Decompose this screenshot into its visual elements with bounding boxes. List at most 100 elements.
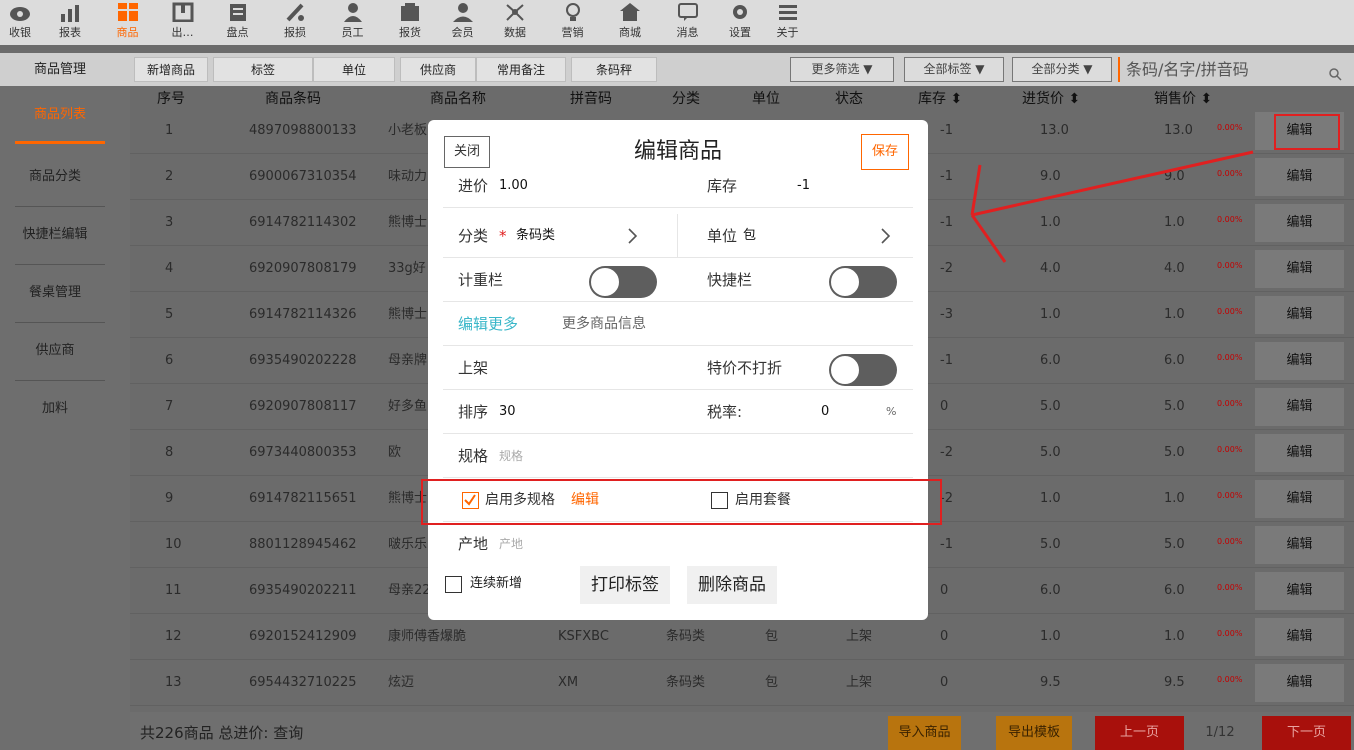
common-note-button[interactable]: 常用备注 [476, 57, 566, 82]
supplier-button[interactable]: 供应商 [400, 57, 476, 82]
nav-item-cashier[interactable]: 收银 [0, 0, 40, 45]
delete-goods-button[interactable]: 删除商品 [687, 566, 777, 604]
edit-button[interactable]: 编辑 [1255, 388, 1344, 426]
edit-button[interactable]: 编辑 [1255, 204, 1344, 242]
edit-more-link[interactable]: 编辑更多 [458, 302, 518, 346]
export-template-button[interactable]: 导出模板 [996, 716, 1072, 750]
prev-page-button[interactable]: 上一页 [1095, 716, 1184, 750]
cell-profit-rate: 0.00% [1217, 537, 1243, 546]
category-value[interactable]: 条码类 [516, 214, 555, 258]
chevron-right-icon[interactable] [881, 228, 891, 248]
cell-buy-price: 1.0 [1040, 491, 1061, 506]
top-nav: 收银 报表 商品 出… 盘点 报损 员工 报货 会员 数据 营销 商城 消息 设… [0, 0, 1354, 45]
nav-label: 消息 [676, 26, 699, 39]
edit-button[interactable]: 编辑 [1255, 158, 1344, 196]
sidebar-item-topping[interactable]: 加料 [0, 380, 110, 438]
origin-row: 产地 产地 [443, 522, 913, 566]
edit-button[interactable]: 编辑 [1255, 526, 1344, 564]
cell-no: 8 [165, 445, 174, 460]
import-goods-button[interactable]: 导入商品 [888, 716, 961, 750]
cell-stock: 0 [940, 399, 949, 414]
nav-label: 收银 [9, 26, 31, 39]
unit-button[interactable]: 单位 [313, 57, 395, 82]
annotation-multi-spec-highlight [421, 479, 942, 525]
nav-item-damage[interactable]: 报损 [265, 0, 325, 45]
barcode-scale-button[interactable]: 条码秤 [571, 57, 657, 82]
nav-label: 设置 [729, 26, 751, 39]
page-title: 商品管理 [33, 62, 86, 77]
edit-button[interactable]: 编辑 [1255, 618, 1344, 656]
nav-item-staff[interactable]: 员工 [325, 0, 380, 45]
tag-button[interactable]: 标签 [213, 57, 313, 82]
sidebar-item-supplier[interactable]: 供应商 [0, 322, 110, 380]
no-discount-toggle[interactable] [829, 354, 897, 386]
edit-button[interactable]: 编辑 [1255, 250, 1344, 288]
cell-barcode: 6954432710225 [249, 675, 357, 690]
col-header-buy-price[interactable]: 进货价 ⬍ [1022, 88, 1080, 108]
cell-no: 4 [165, 261, 174, 276]
quickbar-toggle[interactable] [829, 266, 897, 298]
cell-no: 13 [165, 675, 182, 690]
nav-label: 商城 [619, 26, 641, 39]
edit-button[interactable]: 编辑 [1255, 434, 1344, 472]
cell-category: 条码类 [666, 629, 706, 644]
more-filter-select[interactable]: 更多筛选 ▼ [790, 57, 894, 82]
member-icon [451, 0, 475, 22]
table-row[interactable]: 13 6954432710225 炫迈 XM 条码类 包 上架 0 9.5 9.5 0.00% 编辑 [130, 660, 1354, 706]
nav-item-outbound[interactable]: 出… [155, 0, 210, 45]
print-label-button[interactable]: 打印标签 [580, 566, 670, 604]
table-row[interactable]: 12 6920152412909 康师傅香爆脆 KSFXBC 条码类 包 上架 0 1.0 1.0… [130, 614, 1354, 660]
cell-profit-rate: 0.00% [1217, 675, 1243, 684]
nav-item-order[interactable]: 报货 [380, 0, 440, 45]
outbound-icon [171, 0, 195, 22]
search-icon[interactable] [1329, 63, 1342, 88]
stock-input[interactable]: -1 [797, 164, 857, 208]
nav-item-report[interactable]: 报表 [40, 0, 100, 45]
continuous-add-checkbox[interactable] [445, 576, 462, 593]
cell-buy-price: 5.0 [1040, 399, 1061, 414]
col-header-stock[interactable]: 库存 ⬍ [918, 88, 962, 108]
tag-filter-select[interactable]: 全部标签 ▼ [904, 57, 1004, 82]
cell-sell-price: 1.0 [1164, 629, 1185, 644]
sort-input[interactable]: 30 [499, 390, 516, 434]
col-header-name: 商品名称 [430, 91, 486, 107]
sidebar-item-goods-category[interactable]: 商品分类 [0, 148, 110, 206]
col-header-sell-price[interactable]: 销售价 ⬍ [1154, 88, 1212, 108]
edit-button[interactable]: 编辑 [1255, 296, 1344, 334]
search-input[interactable]: 条码/名字/拼音码 [1118, 57, 1350, 82]
sidebar-item-table-manage[interactable]: 餐桌管理 [0, 264, 110, 322]
nav-item-about[interactable]: 关于 [765, 0, 810, 45]
cell-profit-rate: 0.00% [1217, 353, 1243, 362]
edit-button[interactable]: 编辑 [1255, 342, 1344, 380]
unit-value[interactable]: 包 [743, 214, 756, 258]
nav-item-member[interactable]: 会员 [440, 0, 485, 45]
spec-input[interactable]: 规格 [499, 434, 523, 478]
chevron-right-icon[interactable] [628, 228, 638, 248]
sidebar-item-goods-list[interactable]: 商品列表 [15, 86, 105, 144]
cell-stock: 0 [940, 629, 949, 644]
col-header-unit: 单位 [752, 91, 780, 107]
edit-button[interactable]: 编辑 [1255, 480, 1344, 518]
cell-buy-price: 9.5 [1040, 675, 1061, 690]
nav-item-message[interactable]: 消息 [660, 0, 715, 45]
nav-item-goods[interactable]: 商品 [100, 0, 155, 45]
nav-item-mall[interactable]: 商城 [600, 0, 660, 45]
buy-price-input[interactable]: 1.00 [499, 164, 589, 208]
edit-button[interactable]: 编辑 [1255, 572, 1344, 610]
edit-button[interactable]: 编辑 [1255, 664, 1344, 702]
weigh-toggle[interactable] [589, 266, 657, 298]
nav-item-data[interactable]: 数据 [485, 0, 545, 45]
spec-label: 规格 [458, 447, 489, 465]
cell-stock: -1 [940, 353, 953, 368]
nav-item-settings[interactable]: 设置 [715, 0, 765, 45]
sidebar-item-quickbar-edit[interactable]: 快捷栏编辑 [0, 206, 110, 264]
category-filter-select[interactable]: 全部分类 ▼ [1012, 57, 1112, 82]
origin-input[interactable]: 产地 [499, 522, 523, 566]
nav-item-inventory[interactable]: 盘点 [210, 0, 265, 45]
cell-sell-price: 5.0 [1164, 399, 1185, 414]
nav-label: 报货 [399, 26, 421, 39]
tax-input[interactable]: 0 [821, 390, 829, 434]
nav-item-marketing[interactable]: 营销 [545, 0, 600, 45]
add-goods-button[interactable]: 新增商品 [134, 57, 208, 82]
next-page-button[interactable]: 下一页 [1262, 716, 1351, 750]
